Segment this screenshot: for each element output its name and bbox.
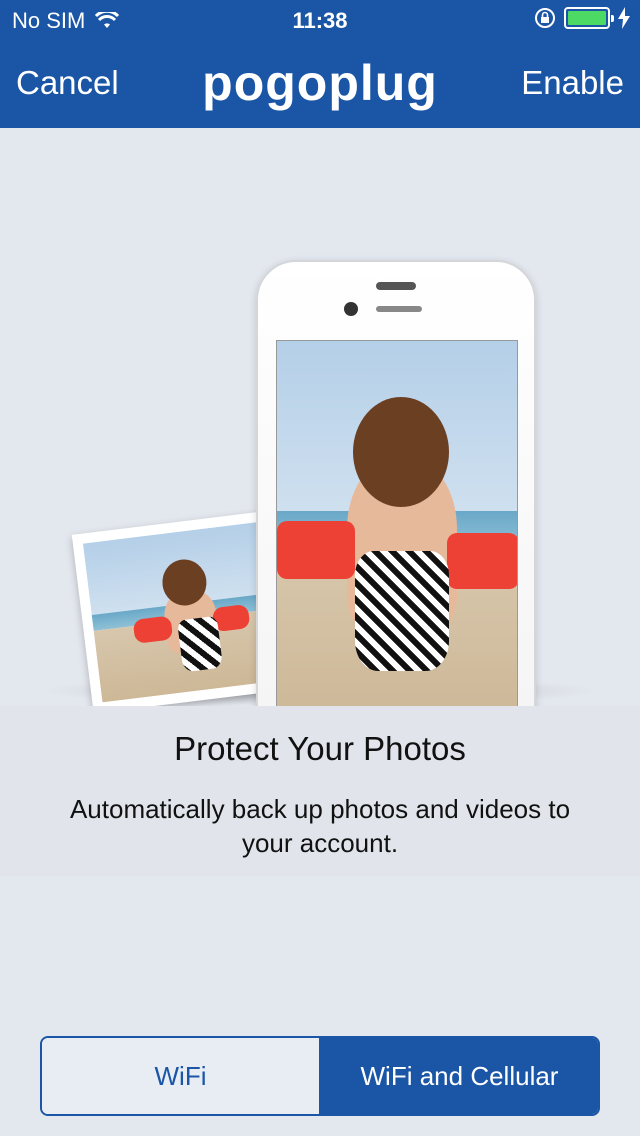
- battery-icon: [564, 7, 614, 29]
- navigation-bar: Cancel pogoplug Enable: [0, 40, 640, 128]
- beach-photo-small: [82, 521, 282, 703]
- phone-earpiece: [376, 306, 422, 312]
- battery-fill: [568, 11, 606, 25]
- swimsuit: [177, 615, 224, 673]
- hero-illustration: [0, 128, 640, 840]
- headline: Protect Your Photos: [174, 730, 466, 767]
- status-bar: No SIM 11:38: [0, 0, 640, 40]
- phone-camera: [344, 302, 358, 316]
- network-segmented-control[interactable]: WiFi WiFi and Cellular: [40, 1036, 600, 1116]
- floatie-right: [447, 533, 517, 589]
- battery-tip: [611, 15, 614, 22]
- child-hair: [353, 397, 449, 507]
- status-right-group: [534, 7, 630, 29]
- beach-photo-large: [277, 341, 517, 719]
- phone-speaker: [376, 282, 416, 290]
- feature-description-panel: Protect Your Photos Automatically back u…: [0, 706, 640, 876]
- description-text: Automatically back up photos and videos …: [69, 794, 571, 858]
- charging-icon: [618, 7, 630, 29]
- wifi-and-cellular-option-button[interactable]: WiFi and Cellular: [321, 1038, 598, 1114]
- floatie-left: [277, 521, 355, 579]
- rotation-lock-icon: [535, 8, 555, 28]
- wifi-option-button[interactable]: WiFi: [42, 1038, 321, 1114]
- swimsuit: [355, 551, 449, 671]
- enable-button[interactable]: Enable: [521, 64, 624, 102]
- phone-screen: [276, 340, 518, 720]
